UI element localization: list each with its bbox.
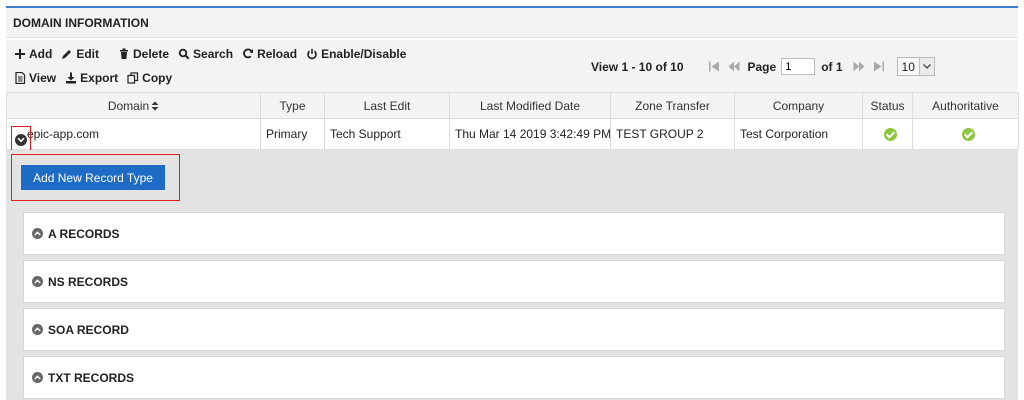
record-section-a[interactable]: A RECORDS [23, 212, 1005, 255]
page-label: Page [747, 59, 777, 74]
table-row[interactable]: epic-app.com Primary Tech Support Thu Ma… [6, 118, 1019, 150]
cell-type: Primary [260, 118, 325, 150]
trash-icon [117, 48, 130, 61]
table-header-row: Domain Type Last Edit Last Modified Date… [6, 92, 1019, 119]
domain-information-panel: DOMAIN INFORMATION Add Edit Delete Searc… [6, 6, 1019, 400]
add-button[interactable]: Add [13, 47, 52, 61]
page-input[interactable] [781, 58, 816, 75]
column-header-domain[interactable]: Domain [6, 92, 261, 119]
domain-table: Domain Type Last Edit Last Modified Date… [6, 92, 1019, 150]
document-icon [13, 72, 26, 85]
check-icon [961, 128, 975, 142]
column-header-last-modified-date[interactable]: Last Modified Date [449, 92, 611, 119]
chevron-up-circle-icon [32, 228, 43, 239]
add-label: Add [29, 47, 53, 61]
search-button[interactable]: Search [177, 47, 233, 61]
refresh-icon [241, 48, 254, 61]
delete-label: Delete [133, 47, 170, 61]
toolbar-row-1: Add Edit Delete Search Reload Enable/Dis… [13, 47, 406, 61]
view-button[interactable]: View [13, 71, 56, 85]
edit-button[interactable]: Edit [60, 47, 99, 61]
record-section-soa[interactable]: SOA RECORD [23, 308, 1005, 351]
reload-button[interactable]: Reload [241, 47, 297, 61]
cell-domain: epic-app.com [6, 118, 261, 150]
enable-disable-label: Enable/Disable [321, 47, 407, 61]
chevron-down-icon [918, 58, 934, 75]
column-header-zone-transfer[interactable]: Zone Transfer [610, 92, 735, 119]
page-of-text: of 1 [821, 59, 843, 74]
cell-last-modified: Thu Mar 14 2019 3:42:49 PM [449, 118, 611, 150]
copy-button[interactable]: Copy [126, 71, 172, 85]
toolbar: Add Edit Delete Search Reload Enable/Dis… [6, 40, 1018, 92]
plus-icon [13, 48, 26, 61]
next-page-icon[interactable] [853, 61, 865, 72]
panel-title: DOMAIN INFORMATION [6, 8, 1018, 38]
chevron-up-circle-icon [32, 324, 43, 335]
enable-disable-button[interactable]: Enable/Disable [305, 47, 406, 61]
delete-button[interactable]: Delete [117, 47, 169, 61]
copy-icon [126, 72, 139, 85]
column-header-authoritative[interactable]: Authoritative [912, 92, 1019, 119]
cell-last-edit: Tech Support [324, 118, 450, 150]
copy-label: Copy [142, 71, 173, 85]
search-icon [177, 48, 190, 61]
panel-title-text: DOMAIN INFORMATION [13, 15, 149, 30]
add-new-record-type-button[interactable]: Add New Record Type [21, 165, 165, 190]
record-section-label: A RECORDS [48, 226, 120, 241]
prev-page-icon[interactable] [728, 61, 740, 72]
column-header-company[interactable]: Company [734, 92, 863, 119]
view-label: View [29, 71, 57, 85]
page-size-select[interactable]: 10 [896, 57, 935, 76]
pager-view-text: View 1 - 10 of 10 [591, 59, 684, 74]
check-icon [883, 128, 897, 142]
last-page-icon[interactable] [873, 61, 885, 72]
record-section-ns[interactable]: NS RECORDS [23, 260, 1005, 303]
export-button[interactable]: Export [64, 71, 118, 85]
record-section-label: SOA RECORD [48, 322, 129, 337]
chevron-up-circle-icon [32, 372, 43, 383]
page-size-value: 10 [901, 59, 915, 74]
cell-status [862, 118, 913, 150]
edit-label: Edit [76, 47, 99, 61]
power-icon [305, 48, 318, 61]
column-header-last-edit[interactable]: Last Edit [324, 92, 450, 119]
column-header-type[interactable]: Type [260, 92, 325, 119]
sort-icon [151, 101, 159, 111]
record-section-label: TXT RECORDS [48, 370, 135, 385]
cell-company: Test Corporation [734, 118, 863, 150]
row-detail-panel: Add New Record Type A RECORDS NS RECORDS… [6, 150, 1018, 400]
column-header-status[interactable]: Status [862, 92, 913, 119]
cell-authoritative [912, 118, 1019, 150]
pager: View 1 - 10 of 10 Page of 1 10 [591, 57, 935, 76]
toolbar-row-2: View Export Copy [13, 71, 172, 85]
record-section-label: NS RECORDS [48, 274, 129, 289]
chevron-up-circle-icon [32, 276, 43, 287]
download-icon [64, 72, 77, 85]
cell-zone-transfer: TEST GROUP 2 [610, 118, 735, 150]
reload-label: Reload [257, 47, 298, 61]
export-label: Export [80, 71, 119, 85]
pencil-icon [60, 48, 73, 61]
first-page-icon[interactable] [708, 61, 720, 72]
search-label: Search [193, 47, 234, 61]
record-section-txt[interactable]: TXT RECORDS [23, 356, 1005, 399]
chevron-down-circle-icon [15, 134, 27, 146]
